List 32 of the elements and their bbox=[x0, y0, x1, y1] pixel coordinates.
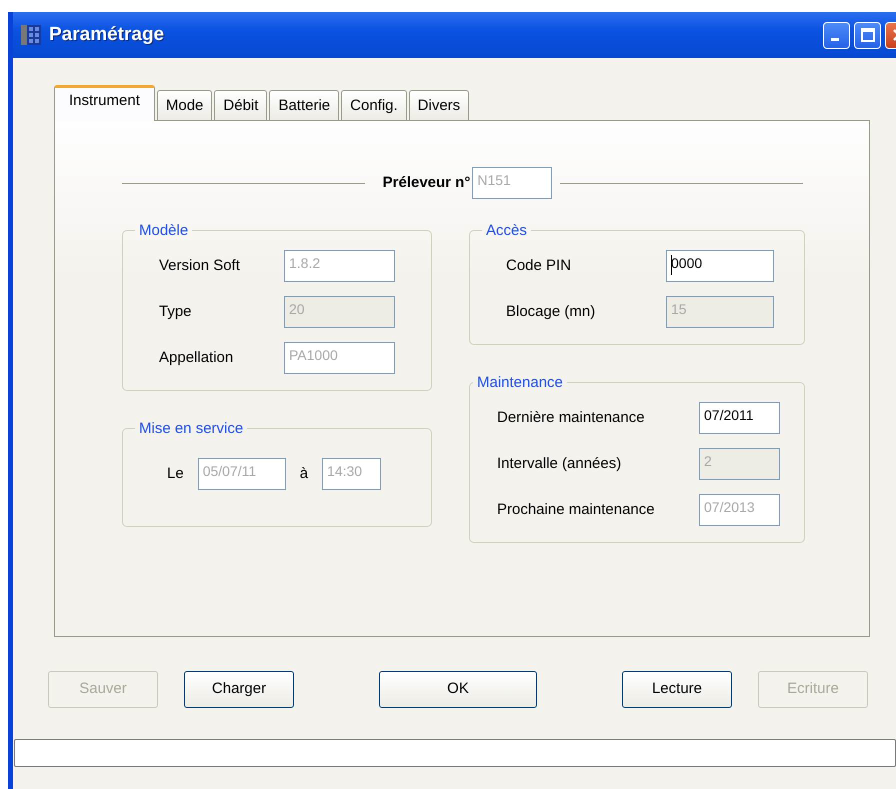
field-label: Version Soft bbox=[159, 256, 240, 276]
minimize-button[interactable] bbox=[823, 22, 850, 48]
tab[interactable]: Batterie bbox=[269, 90, 340, 120]
tab[interactable]: Config. bbox=[341, 90, 407, 120]
field-label: Blocage (mn) bbox=[506, 302, 596, 322]
tab[interactable]: Mode bbox=[156, 90, 212, 120]
group-title: Accès bbox=[485, 223, 528, 238]
input-field[interactable]: 07/2011 bbox=[699, 402, 780, 434]
group-title: Mise en service bbox=[138, 421, 244, 436]
field-label: Dernière maintenance bbox=[497, 408, 645, 428]
field-label: Type bbox=[159, 302, 192, 322]
dialog-button[interactable]: Charger bbox=[184, 671, 294, 708]
field-label: Intervalle (années) bbox=[497, 454, 622, 474]
field-label: Code PIN bbox=[506, 256, 572, 276]
minimize-icon bbox=[831, 38, 839, 40]
window-title: Paramétrage bbox=[49, 22, 164, 47]
tab[interactable]: Instrument bbox=[54, 85, 155, 121]
group-title: Maintenance bbox=[476, 375, 564, 390]
field-label: à bbox=[300, 464, 308, 484]
field-label: Appellation bbox=[159, 348, 234, 368]
maximize-button[interactable] bbox=[854, 22, 881, 48]
input-field[interactable]: 0000 bbox=[666, 250, 774, 282]
dialog-button[interactable]: OK bbox=[379, 671, 537, 708]
field-label: Préleveur n° bbox=[382, 172, 470, 193]
app-icon bbox=[21, 25, 41, 45]
maximize-icon bbox=[860, 28, 874, 42]
field-label: Prochaine maintenance bbox=[497, 500, 655, 520]
tab[interactable]: Divers bbox=[408, 90, 470, 120]
group-title: Modèle bbox=[138, 223, 190, 238]
tab[interactable]: Débit bbox=[214, 90, 268, 120]
field-label: Le bbox=[167, 464, 184, 484]
dialog-button[interactable]: Lecture bbox=[622, 671, 732, 708]
